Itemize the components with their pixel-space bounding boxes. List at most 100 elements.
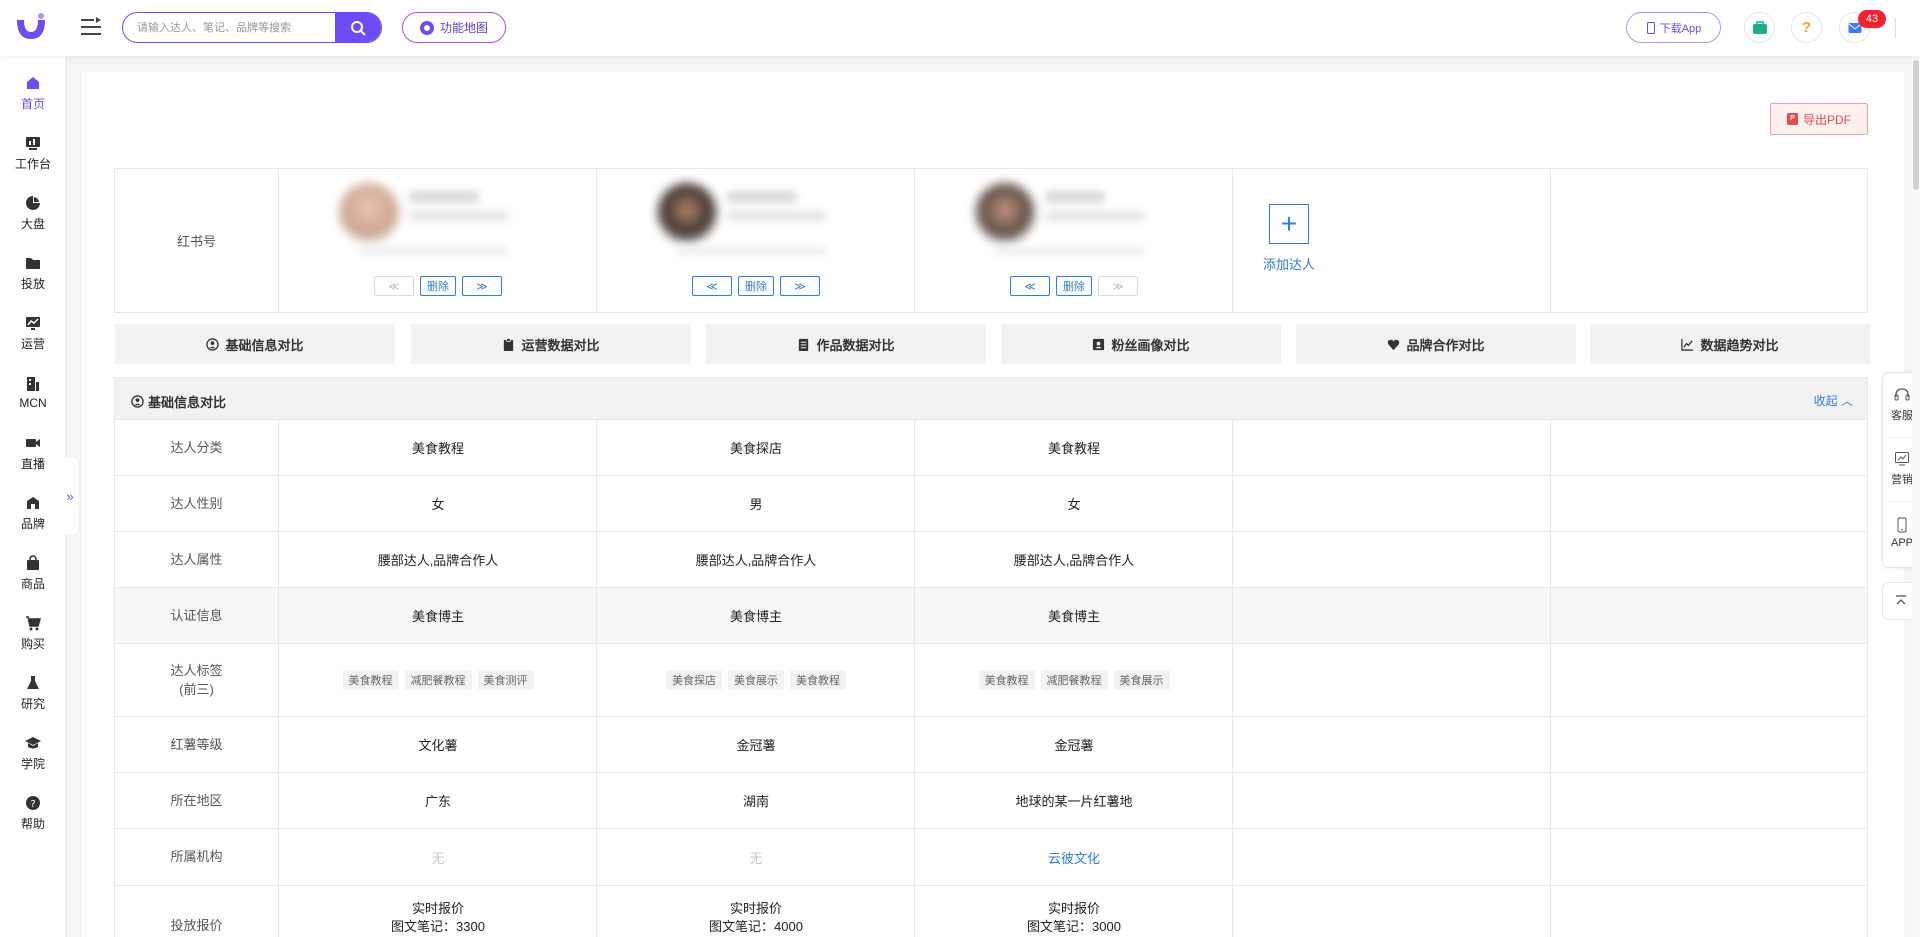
sidebar-item-label: 购买 [20,636,45,651]
plus-icon: + [1269,204,1309,244]
sidebar-item-live[interactable]: 直播 [0,428,66,478]
help-button[interactable]: ? [1791,12,1822,43]
table-cell: 金冠薯 [736,738,776,753]
tag: 美食展示 [728,670,784,690]
tag-cell: 美食教程 减肥餐教程 美食测评 [279,644,597,716]
arrow-up-icon [1896,595,1906,605]
menu-toggle-icon[interactable] [80,16,102,38]
tab-data-trend[interactable]: 数据趋势对比 [1590,324,1870,364]
help-circle-icon: ? [26,795,40,810]
table-cell: 地球的某一片红薯地 [1015,794,1133,809]
sidebar: 首页 工作台 大盘 投放 运营 MCN 直播 品牌 商品 购买 研究 学院 ? … [0,56,66,937]
sidebar-item-mcn[interactable]: MCN [0,368,66,418]
clipboard-icon [504,337,514,351]
delete-button[interactable]: 删除 [738,276,774,296]
sidebar-item-launch[interactable]: 投放 [0,248,66,298]
feature-map-button[interactable]: 功能地图 [402,12,506,43]
table-row: 投放报价 实时报价 图文笔记：3300 实时报价 图文笔记：4000 实时报价 图文笔… [115,886,1867,937]
id-card-icon [1093,338,1105,350]
tag-cell: 美食探店 美食展示 美食教程 [597,644,915,716]
user-circle-icon [206,337,220,351]
avatar [339,183,399,243]
tab-label: 粉丝画像对比 [1111,337,1190,353]
row-label: 达人标签 (前三) [170,662,223,698]
table-cell: 无 [431,850,445,866]
table-cell: 女 [431,497,445,512]
tab-label: 品牌合作对比 [1406,337,1485,353]
sidebar-item-operation[interactable]: 运营 [0,308,66,358]
tab-brand-cooperation[interactable]: 品牌合作对比 [1296,324,1576,364]
table-row: 红薯等级 文化薯 金冠薯 金冠薯 [115,717,1867,773]
phone-icon [1897,517,1907,533]
move-right-button[interactable]: ≫ [1098,276,1138,296]
move-left-button[interactable]: ≪ [692,276,732,296]
toolbox-button[interactable] [1744,12,1775,43]
export-pdf-label: 导出PDF [1802,112,1851,127]
tab-works-data[interactable]: 作品数据对比 [706,324,986,364]
headset-icon [1894,388,1910,401]
xhs-id-label: 红书号 [176,234,216,249]
tab-operation-data[interactable]: 运营数据对比 [411,324,691,364]
shopping-bag-icon [27,554,39,570]
tag: 减肥餐教程 [1040,670,1108,690]
sidebar-item-research[interactable]: 研究 [0,668,66,718]
home-icon [27,76,39,89]
logo-icon[interactable] [14,12,48,42]
table-cell: 男 [749,497,763,512]
move-right-button[interactable]: ≫ [780,276,820,296]
kol-card-2: ≪ 删除 ≫ [597,169,915,314]
table-cell: 腰部达人,品牌合作人 [377,553,499,568]
scrollbar-thumb[interactable] [1913,60,1919,190]
agency-link[interactable]: 云彼文化 [915,829,1233,885]
kol-compare-table: 红书号 ≪ 删除 ≫ ≪ 删除 ≫ ≪ 删除 ≫ [114,168,1868,313]
sidebar-item-dashboard[interactable]: 大盘 [0,188,66,238]
price-cell: 实时报价 图文笔记：3000 [1027,901,1121,934]
add-kol-button[interactable]: + 添加达人 [1242,204,1336,273]
sidebar-item-help[interactable]: ? 帮助 [0,788,66,838]
move-right-button[interactable]: ≫ [462,276,502,296]
move-left-button[interactable]: ≪ [374,276,414,296]
line-chart-icon [1681,338,1694,351]
search-input[interactable] [123,13,337,42]
sidebar-item-label: 首页 [20,96,45,111]
collapse-button[interactable]: 收起 ︿ [1814,392,1853,409]
tab-label: 数据趋势对比 [1700,337,1779,353]
table-cell: 美食教程 [1047,441,1100,456]
table-row: 达人标签 (前三) 美食教程 减肥餐教程 美食测评 美食探店 美食展示 美食教程 美食教程… [115,644,1867,717]
move-left-button[interactable]: ≪ [1010,276,1050,296]
table-row: 达人属性 腰部达人,品牌合作人 腰部达人,品牌合作人 腰部达人,品牌合作人 [115,532,1867,588]
user-circle-icon [131,395,144,408]
notification-badge: 43 [1858,10,1886,28]
search-button[interactable] [335,13,381,42]
tab-label: 作品数据对比 [816,337,895,353]
workbench-icon [26,136,40,150]
sidebar-item-label: 工作台 [14,156,51,171]
table-row: 达人性别 女 男 女 [115,476,1867,532]
tab-basic-info[interactable]: 基础信息对比 [115,324,395,364]
brand-bag-icon [27,496,39,509]
tab-fans-profile[interactable]: 粉丝画像对比 [1001,324,1281,364]
tag: 美食教程 [790,670,846,690]
sidebar-item-workbench[interactable]: 工作台 [0,128,66,178]
price-cell: 实时报价 图文笔记：4000 [709,901,803,934]
tag: 美食展示 [1113,670,1170,690]
sidebar-item-home[interactable]: 首页 [0,68,66,118]
building-icon [27,377,39,391]
sidebar-item-purchase[interactable]: 购买 [0,608,66,658]
download-app-button[interactable]: 下载App [1626,12,1721,43]
delete-button[interactable]: 删除 [1056,276,1092,296]
chevron-up-icon: ︿ [1840,394,1853,408]
sidebar-item-label: 学院 [20,756,45,771]
sidebar-item-label: 投放 [20,276,45,291]
feature-map-label: 功能地图 [439,21,488,35]
sidebar-item-label: 直播 [20,456,45,471]
sidebar-item-brand[interactable]: 品牌 [0,488,66,538]
table-row: 达人分类 美食教程 美食探店 美食教程 [115,420,1867,476]
sidebar-item-academy[interactable]: 学院 [0,728,66,778]
row-label: 红薯等级 [170,736,223,752]
delete-button[interactable]: 删除 [420,276,456,296]
sidebar-expand-button[interactable]: » [62,458,78,534]
tag: 美食教程 [342,670,399,690]
export-pdf-button[interactable]: P 导出PDF [1770,103,1868,135]
sidebar-item-goods[interactable]: 商品 [0,548,66,598]
